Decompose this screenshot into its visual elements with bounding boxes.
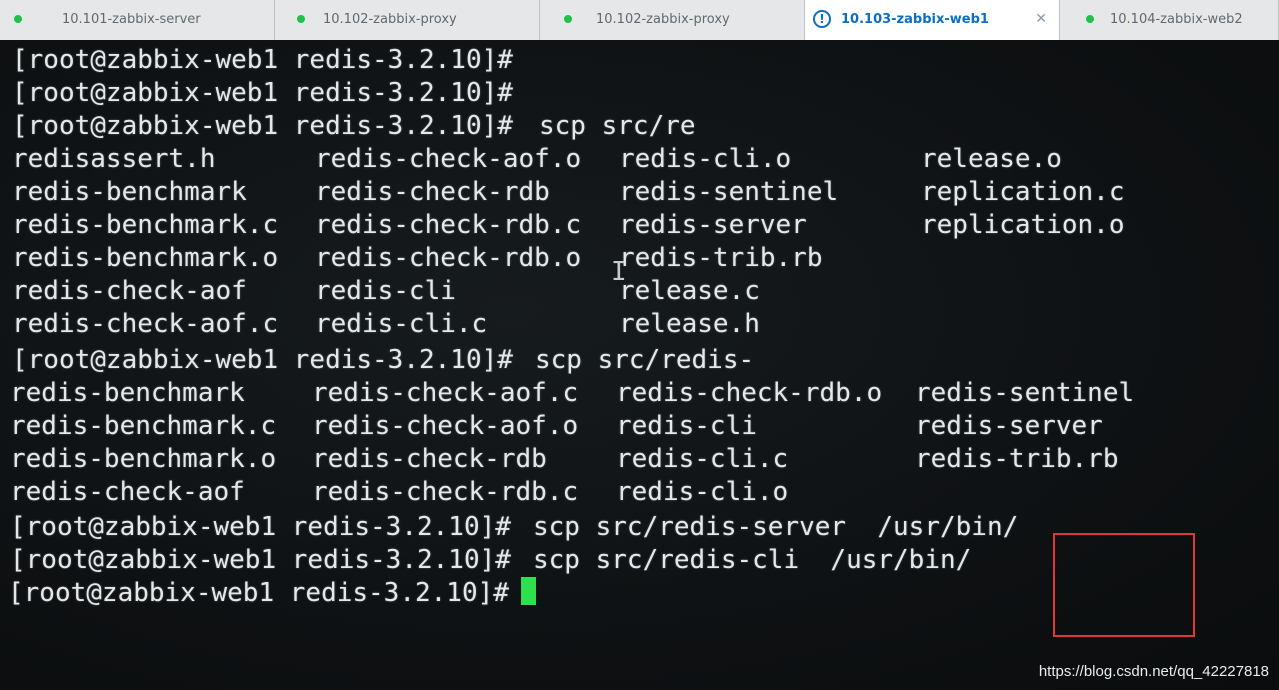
info-icon: ! — [813, 10, 831, 28]
file-name: redis-trib.rb — [915, 444, 1119, 474]
tab-zabbix-server[interactable]: 10.101-zabbix-server — [0, 0, 275, 40]
file-listing-row: redis-check-aof redis-cli release.c — [0, 275, 1279, 308]
shell-prompt: [root@zabbix-web1 redis-3.2.10]# — [10, 512, 511, 542]
file-name: redis-check-aof.c — [312, 378, 579, 408]
file-name: replication.c — [921, 177, 1125, 207]
tab-label: 10.102-zabbix-proxy — [596, 12, 730, 27]
file-name: release.c — [619, 276, 760, 306]
shell-prompt: [root@zabbix-web1 redis-3.2.10]# — [12, 45, 513, 75]
file-name: redis-server — [619, 210, 807, 240]
annotation-highlight-box — [1053, 533, 1195, 637]
file-name: redis-check-rdb — [315, 177, 550, 207]
file-name: redis-benchmark.c — [12, 210, 279, 240]
file-listing-row: redis-benchmark.c redis-check-aof.o redi… — [0, 410, 1279, 443]
file-listing-row: redis-check-aof redis-check-rdb.c redis-… — [0, 476, 1279, 509]
file-name: redis-check-rdb.c — [312, 477, 579, 507]
shell-command: scp src/redis-server /usr/bin/ — [533, 512, 1019, 542]
file-name: redis-trib.rb — [619, 243, 823, 273]
shell-command: scp src/re — [539, 111, 696, 141]
file-name: release.h — [619, 309, 760, 339]
file-name: redis-benchmark — [12, 177, 247, 207]
file-name: redis-cli — [315, 276, 456, 306]
terminal-window: 10.101-zabbix-server 10.102-zabbix-proxy… — [0, 0, 1279, 690]
status-dot-icon — [1086, 15, 1094, 23]
file-name: redis-server — [915, 411, 1103, 441]
file-name: redis-check-rdb.c — [315, 210, 582, 240]
tab-zabbix-web2[interactable]: 10.104-zabbix-web2 — [1060, 0, 1279, 40]
file-name: redis-cli.c — [315, 309, 488, 339]
file-name: redis-check-aof.c — [12, 309, 279, 339]
file-name: redis-benchmark.c — [10, 411, 277, 441]
terminal-line: [root@zabbix-web1 redis-3.2.10]# — [0, 77, 1279, 110]
file-listing-row: redis-check-aof.c redis-cli.c release.h — [0, 308, 1279, 341]
shell-command: scp src/redis-cli /usr/bin/ — [533, 545, 972, 575]
tab-label: 10.101-zabbix-server — [62, 12, 201, 27]
shell-command: scp src/redis- — [535, 345, 755, 375]
terminal-line: [root@zabbix-web1 redis-3.2.10]# scp src… — [0, 110, 1279, 143]
file-name: redis-check-aof.o — [315, 144, 582, 174]
file-listing-row: redis-benchmark.c redis-check-rdb.c redi… — [0, 209, 1279, 242]
file-listing-row: redis-benchmark redis-check-rdb redis-se… — [0, 176, 1279, 209]
file-name: redis-check-aof — [12, 276, 247, 306]
tab-zabbix-proxy-2[interactable]: 10.102-zabbix-proxy — [540, 0, 805, 40]
shell-prompt-text: [root@zabbix-web1 redis-3.2.10]# — [8, 578, 509, 608]
file-name: redis-cli.o — [619, 144, 792, 174]
shell-prompt: [root@zabbix-web1 redis-3.2.10]# — [12, 345, 513, 375]
shell-prompt: [root@zabbix-web1 redis-3.2.10]# — [10, 545, 511, 575]
status-dot-icon — [297, 15, 305, 23]
file-listing-row: redis-benchmark redis-check-aof.c redis-… — [0, 377, 1279, 410]
file-listing-row: redis-benchmark.o redis-check-rdb.o redi… — [0, 242, 1279, 275]
tab-label: 10.104-zabbix-web2 — [1110, 12, 1243, 27]
file-name: redisassert.h — [12, 144, 216, 174]
tab-zabbix-proxy-1[interactable]: 10.102-zabbix-proxy — [275, 0, 540, 40]
terminal-line: [root@zabbix-web1 redis-3.2.10]# scp src… — [0, 344, 1279, 377]
tab-zabbix-web1[interactable]: ! 10.103-zabbix-web1 ✕ — [805, 0, 1060, 40]
shell-prompt: [root@zabbix-web1 redis-3.2.10]# — [12, 111, 513, 141]
file-name: redis-check-aof.o — [312, 411, 579, 441]
file-name: redis-cli — [616, 411, 757, 441]
status-dot-icon — [14, 15, 22, 23]
watermark-text: https://blog.csdn.net/qq_42227818 — [1038, 663, 1269, 680]
session-tab-bar: 10.101-zabbix-server 10.102-zabbix-proxy… — [0, 0, 1279, 40]
file-name: redis-check-rdb — [312, 444, 547, 474]
shell-prompt: [root@zabbix-web1 redis-3.2.10]# — [12, 78, 513, 108]
tab-label: 10.102-zabbix-proxy — [323, 12, 457, 27]
file-name: release.o — [921, 144, 1062, 174]
file-name: redis-benchmark.o — [10, 444, 277, 474]
file-name: redis-sentinel — [915, 378, 1135, 408]
file-name: replication.o — [921, 210, 1125, 240]
file-name: redis-benchmark.o — [12, 243, 279, 273]
file-name: redis-check-aof — [10, 477, 245, 507]
shell-prompt: [root@zabbix-web1 redis-3.2.10]# — [8, 577, 536, 610]
file-name: redis-check-rdb.o — [616, 378, 883, 408]
text-cursor-icon: I — [611, 257, 627, 287]
file-listing-row: redisassert.h redis-check-aof.o redis-cl… — [0, 143, 1279, 176]
tab-label: 10.103-zabbix-web1 — [841, 12, 989, 27]
file-name: redis-check-rdb.o — [315, 243, 582, 273]
file-name: redis-benchmark — [10, 378, 245, 408]
file-listing-row: redis-benchmark.o redis-check-rdb redis-… — [0, 443, 1279, 476]
file-name: redis-sentinel — [619, 177, 839, 207]
terminal-line: [root@zabbix-web1 redis-3.2.10]# — [0, 44, 1279, 77]
file-name: redis-cli.o — [616, 477, 789, 507]
file-name: redis-cli.c — [616, 444, 789, 474]
terminal-cursor — [520, 577, 536, 605]
status-dot-icon — [564, 15, 572, 23]
close-icon[interactable]: ✕ — [1035, 11, 1047, 27]
